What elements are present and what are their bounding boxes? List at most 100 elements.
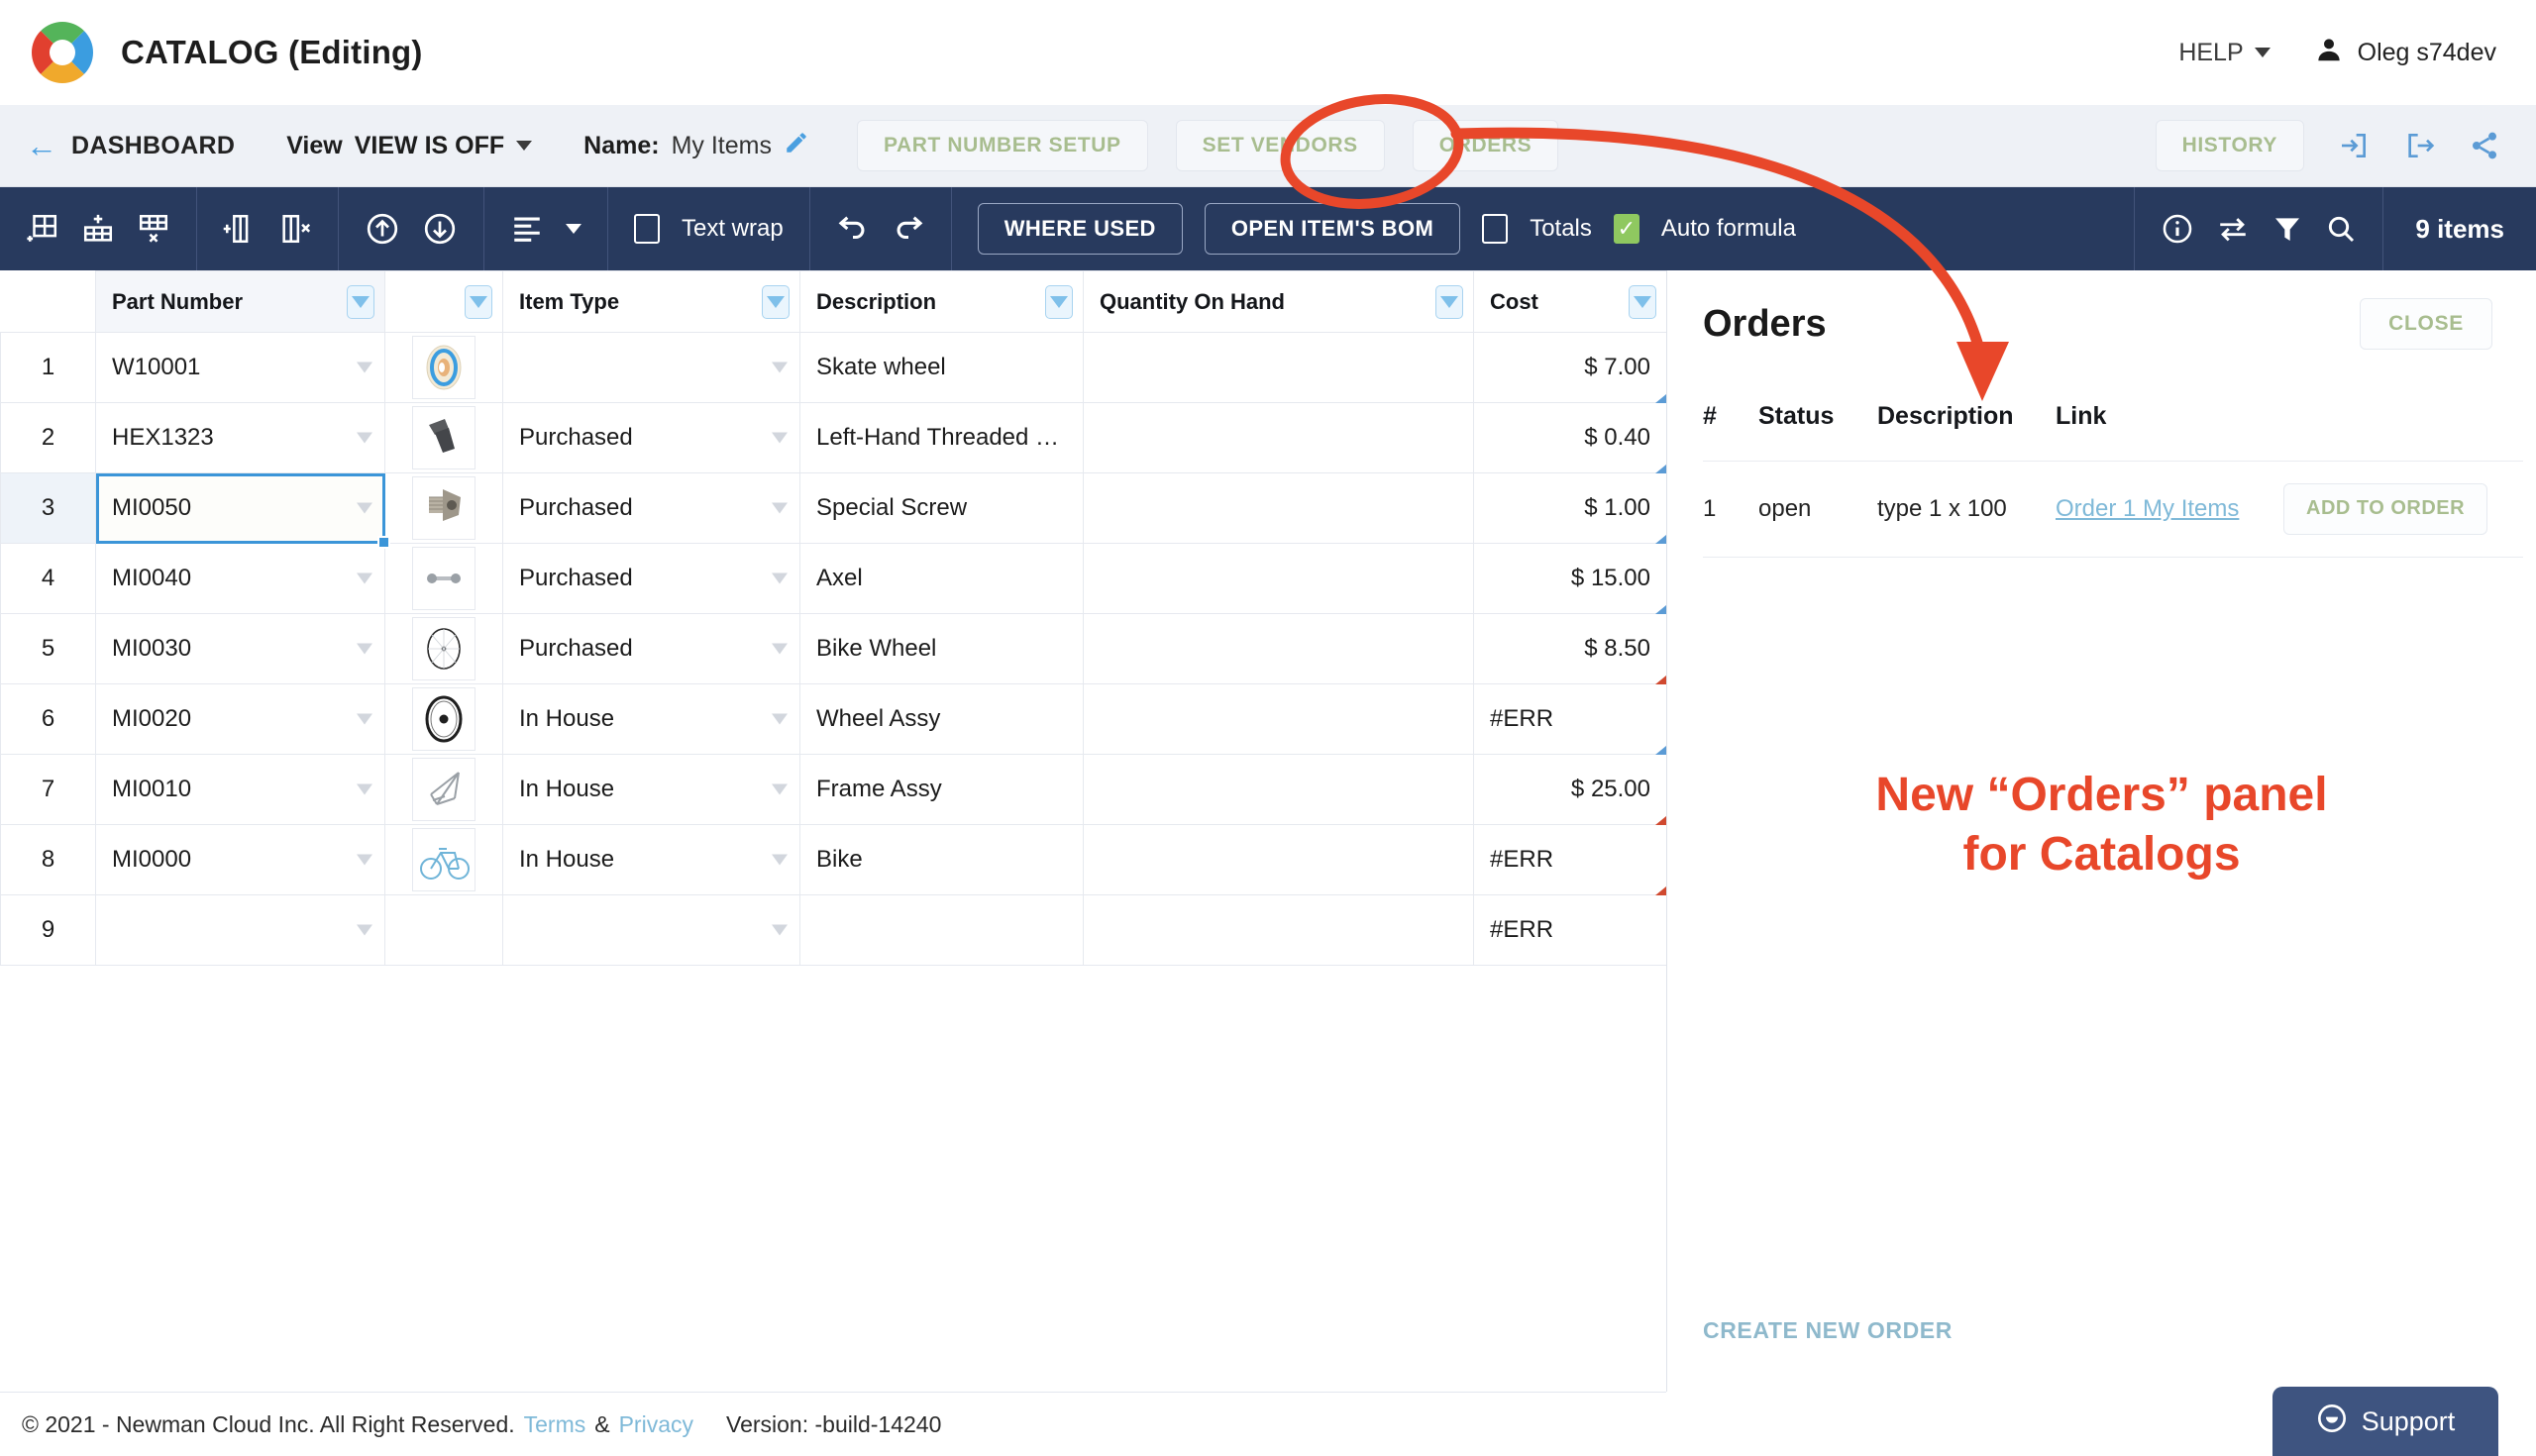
cell-item-type[interactable]: Purchased: [502, 543, 800, 614]
privacy-link[interactable]: Privacy: [619, 1411, 693, 1438]
swap-icon[interactable]: [2216, 212, 2250, 246]
info-icon[interactable]: [2161, 212, 2194, 246]
close-button[interactable]: CLOSE: [2360, 298, 2492, 350]
chevron-down-icon[interactable]: [357, 924, 372, 936]
cell-part-number[interactable]: W10001: [95, 332, 385, 403]
row-number[interactable]: 5: [0, 613, 96, 684]
filter-icon[interactable]: [1045, 284, 1073, 319]
table-row[interactable]: 7 MI0010 In House Frame Assy $ 25.00: [0, 754, 1666, 825]
filter-icon[interactable]: [1435, 284, 1463, 319]
cell-item-type[interactable]: [502, 332, 800, 403]
chevron-down-icon[interactable]: [357, 643, 372, 655]
redo-icon[interactable]: [892, 212, 925, 246]
cell-cost[interactable]: $ 25.00: [1473, 754, 1666, 825]
chevron-down-icon[interactable]: [772, 713, 788, 725]
cell-image[interactable]: [384, 543, 503, 614]
open-items-bom-button[interactable]: OPEN ITEM'S BOM: [1204, 203, 1461, 255]
cell-description[interactable]: [799, 894, 1084, 966]
column-header-cost[interactable]: Cost: [1473, 270, 1666, 333]
cell-part-number[interactable]: HEX1323: [95, 402, 385, 473]
order-link[interactable]: Order 1 My Items: [2056, 495, 2239, 522]
cell-item-type[interactable]: Purchased: [502, 402, 800, 473]
history-button[interactable]: HISTORY: [2155, 120, 2304, 171]
pencil-icon[interactable]: [784, 130, 809, 162]
table-row[interactable]: 3 MI0050 Purchased Special Screw $ 1.00: [0, 472, 1666, 549]
cell-cost[interactable]: $ 15.00: [1473, 543, 1666, 614]
add-row-icon[interactable]: [81, 212, 115, 246]
cell-item-type[interactable]: Purchased: [502, 472, 800, 544]
column-header-description[interactable]: Description: [799, 270, 1084, 333]
terms-link[interactable]: Terms: [524, 1411, 586, 1438]
add-column-icon[interactable]: [223, 212, 257, 246]
table-row[interactable]: 4 MI0040 Purchased Axel $ 15.00: [0, 543, 1666, 614]
cell-quantity-on-hand[interactable]: [1083, 402, 1474, 473]
filter-icon[interactable]: [1629, 284, 1656, 319]
cell-description[interactable]: Axel: [799, 543, 1084, 614]
table-row[interactable]: 2 HEX1323 Purchased Left-Hand Threaded … $ 0…: [0, 402, 1666, 473]
cell-image[interactable]: [384, 754, 503, 825]
cell-part-number[interactable]: MI0020: [95, 683, 385, 755]
catalog-ring-logo[interactable]: [26, 16, 99, 89]
import-icon[interactable]: [2338, 130, 2370, 161]
row-number[interactable]: 1: [0, 332, 96, 403]
table-row[interactable]: 1 W10001 Skate wheel $ 7.00: [0, 332, 1666, 403]
cell-quantity-on-hand[interactable]: [1083, 332, 1474, 403]
part-number-setup-button[interactable]: PART NUMBER SETUP: [856, 120, 1148, 171]
cell-description[interactable]: Bike Wheel: [799, 613, 1084, 684]
chevron-down-icon[interactable]: [566, 224, 581, 234]
chevron-down-icon[interactable]: [357, 713, 372, 725]
table-row[interactable]: 8 MI0000 In House Bike #ERR: [0, 824, 1666, 895]
chevron-down-icon[interactable]: [772, 432, 788, 444]
chevron-down-icon[interactable]: [357, 854, 372, 866]
cell-cost[interactable]: $ 7.00: [1473, 332, 1666, 403]
cell-cost[interactable]: #ERR: [1473, 824, 1666, 895]
cell-description[interactable]: Bike: [799, 824, 1084, 895]
cell-item-type[interactable]: In House: [502, 754, 800, 825]
table-row[interactable]: 6 MI0020 In House Wheel Assy #ERR: [0, 683, 1666, 755]
chevron-down-icon[interactable]: [357, 502, 372, 514]
cell-part-number[interactable]: MI0030: [95, 613, 385, 684]
user-menu[interactable]: Oleg s74dev: [2314, 35, 2496, 71]
cell-part-number[interactable]: MI0040: [95, 543, 385, 614]
chevron-down-icon[interactable]: [772, 572, 788, 584]
cell-quantity-on-hand[interactable]: [1083, 543, 1474, 614]
cell-cost[interactable]: #ERR: [1473, 683, 1666, 755]
chevron-down-icon[interactable]: [772, 502, 788, 514]
cell-image[interactable]: [384, 402, 503, 473]
cell-item-type[interactable]: In House: [502, 683, 800, 755]
support-button[interactable]: Support: [2272, 1387, 2498, 1456]
row-number[interactable]: 4: [0, 543, 96, 614]
row-number[interactable]: 7: [0, 754, 96, 825]
chevron-down-icon[interactable]: [772, 362, 788, 373]
move-down-icon[interactable]: [422, 211, 458, 247]
share-icon[interactable]: [2469, 130, 2500, 161]
insert-row-icon[interactable]: [26, 212, 59, 246]
cell-image[interactable]: [384, 683, 503, 755]
table-row[interactable]: 9 #ERR: [0, 894, 1666, 966]
cell-quantity-on-hand[interactable]: [1083, 472, 1474, 544]
column-header-item-type[interactable]: Item Type: [502, 270, 800, 333]
filter-icon[interactable]: [2272, 213, 2303, 245]
cell-cost[interactable]: $ 8.50: [1473, 613, 1666, 684]
delete-row-icon[interactable]: [137, 212, 170, 246]
search-icon[interactable]: [2325, 213, 2357, 245]
export-icon[interactable]: [2403, 130, 2435, 161]
cell-part-number[interactable]: MI0050: [95, 472, 390, 549]
column-header-quantity-on-hand[interactable]: Quantity On Hand: [1083, 270, 1474, 333]
align-icon[interactable]: [510, 212, 544, 246]
row-number[interactable]: 2: [0, 402, 96, 473]
cell-description[interactable]: Left-Hand Threaded …: [799, 402, 1084, 473]
totals-checkbox[interactable]: [1482, 214, 1509, 244]
chevron-down-icon[interactable]: [357, 572, 372, 584]
cell-description[interactable]: Skate wheel: [799, 332, 1084, 403]
cell-item-type[interactable]: Purchased: [502, 613, 800, 684]
set-vendors-button[interactable]: SET VENDORS: [1175, 120, 1385, 171]
chevron-down-icon[interactable]: [357, 432, 372, 444]
move-up-icon[interactable]: [365, 211, 400, 247]
auto-formula-checkbox[interactable]: ✓: [1613, 214, 1639, 244]
row-number[interactable]: 8: [0, 824, 96, 895]
create-new-order-link[interactable]: CREATE NEW ORDER: [1703, 1317, 1953, 1344]
undo-icon[interactable]: [836, 212, 870, 246]
chevron-down-icon[interactable]: [357, 362, 372, 373]
view-selector[interactable]: View VIEW IS OFF: [286, 132, 533, 160]
